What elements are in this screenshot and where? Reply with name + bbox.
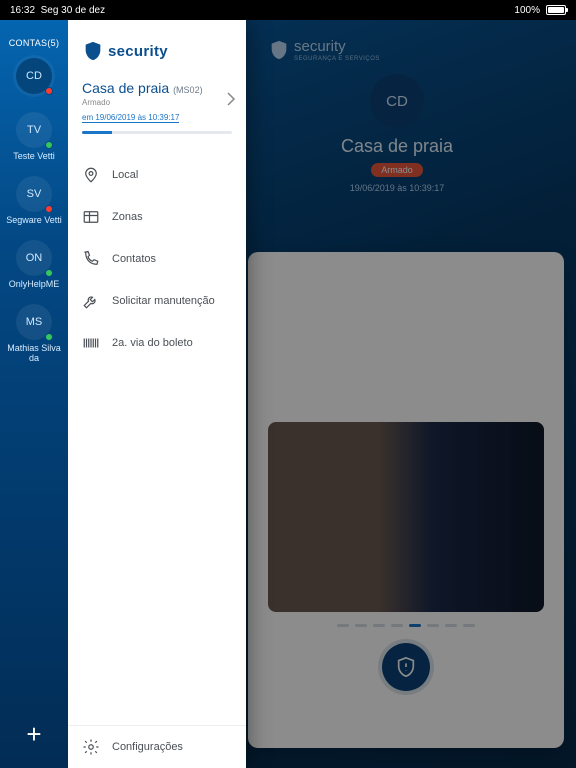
- avatar: SV: [16, 176, 52, 212]
- menu-contatos[interactable]: Contatos: [68, 238, 246, 280]
- avatar: CD: [16, 58, 52, 94]
- location-icon: [82, 166, 100, 184]
- status-dot-icon: [45, 333, 53, 341]
- account-item-3[interactable]: ON OnlyHelpME: [0, 240, 68, 290]
- avatar: TV: [16, 112, 52, 148]
- account-item-0[interactable]: CD: [0, 58, 68, 98]
- wrench-icon: [82, 292, 100, 310]
- menu-manutencao[interactable]: Solicitar manutenção: [68, 280, 246, 322]
- menu-label: Solicitar manutenção: [112, 295, 215, 307]
- drawer-logo: security: [68, 20, 246, 80]
- menu-local[interactable]: Local: [68, 154, 246, 196]
- account-item-4[interactable]: MS Mathias Silva da: [0, 304, 68, 364]
- account-name: Teste Vetti: [13, 152, 55, 162]
- phone-icon: [82, 250, 100, 268]
- status-date: Seg 30 de dez: [41, 5, 106, 16]
- account-item-1[interactable]: TV Teste Vetti: [0, 112, 68, 162]
- progress-bar: [82, 131, 232, 134]
- avatar: MS: [16, 304, 52, 340]
- account-header[interactable]: Casa de praia (MS02) Armado em 19/06/201…: [68, 80, 246, 140]
- add-account-button[interactable]: +: [12, 712, 56, 756]
- menu-label: Configurações: [112, 741, 183, 753]
- shield-logo-icon: [82, 40, 104, 62]
- menu-label: Local: [112, 169, 138, 181]
- status-dot-icon: [45, 269, 53, 277]
- menu-zonas[interactable]: Zonas: [68, 196, 246, 238]
- account-name: OnlyHelpME: [9, 280, 60, 290]
- menu-settings[interactable]: Configurações: [68, 726, 246, 768]
- drawer-code: (MS02): [173, 85, 203, 95]
- menu-boleto[interactable]: 2a. via do boleto: [68, 322, 246, 364]
- account-name: Mathias Silva da: [4, 344, 64, 364]
- accounts-label: CONTAS(5): [9, 38, 60, 48]
- chevron-right-icon: [226, 92, 236, 111]
- drawer-title: Casa de praia: [82, 80, 169, 96]
- drawer-menu: Local Zonas Contatos Solicitar manutençã…: [68, 154, 246, 364]
- drawer-status: Armado: [82, 98, 232, 107]
- gear-icon: [82, 738, 100, 756]
- menu-label: Zonas: [112, 211, 143, 223]
- menu-label: Contatos: [112, 253, 156, 265]
- logo-text: security: [108, 43, 168, 60]
- account-drawer: security Casa de praia (MS02) Armado em …: [68, 20, 246, 768]
- status-dot-icon: [45, 141, 53, 149]
- barcode-icon: [82, 334, 100, 352]
- account-name: Segware Vetti: [6, 216, 62, 226]
- zones-icon: [82, 208, 100, 226]
- drawer-timestamp: em 19/06/2019 às 10:39:17: [82, 113, 179, 123]
- status-time: 16:32: [10, 5, 35, 16]
- accounts-rail: CONTAS(5) CD TV Teste Vetti SV Segware V…: [0, 20, 68, 768]
- menu-label: 2a. via do boleto: [112, 337, 193, 349]
- battery-icon: [546, 5, 566, 15]
- account-item-2[interactable]: SV Segware Vetti: [0, 176, 68, 226]
- avatar: ON: [16, 240, 52, 276]
- status-bar: 16:32 Seg 30 de dez 100%: [0, 0, 576, 20]
- status-dot-icon: [45, 87, 53, 95]
- status-dot-icon: [45, 205, 53, 213]
- wifi-icon: [496, 4, 508, 17]
- battery-pct: 100%: [514, 5, 540, 16]
